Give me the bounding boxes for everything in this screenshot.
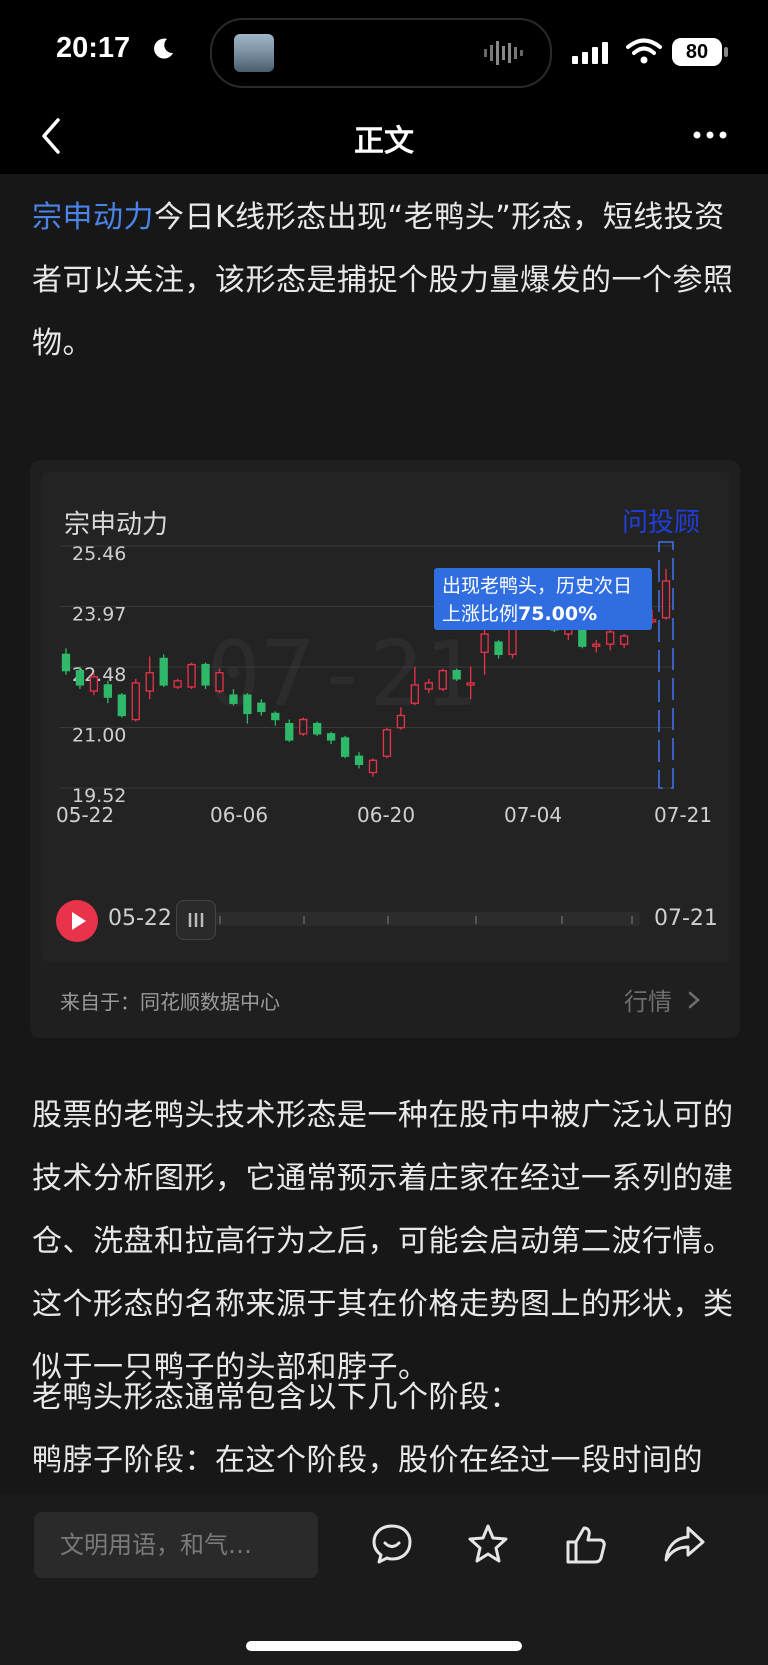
pattern-tooltip: 出现老鸭头，历史次日 上涨比例75.00% [434, 568, 652, 630]
comment-icon[interactable] [370, 1522, 414, 1566]
x-tick-label: 07-04 [504, 803, 562, 827]
tooltip-line-1: 出现老鸭头，历史次日 [442, 575, 632, 597]
article-paragraph-1: 股票的老鸭头技术形态是一种在股市中被广泛认可的技术分析图形，它通常预示着庄家在经… [32, 1098, 734, 1385]
market-link[interactable]: 行情 [624, 982, 672, 1017]
range-end-date: 07-21 [654, 906, 718, 931]
y-tick-label: 23.97 [72, 604, 126, 626]
data-source-label: 来自于：同花顺数据中心 [60, 990, 280, 1014]
candle[interactable] [494, 640, 503, 659]
candle[interactable] [619, 634, 629, 649]
candle[interactable] [382, 727, 392, 759]
comment-input[interactable] [34, 1512, 318, 1578]
moon-icon [154, 38, 173, 59]
star-icon[interactable] [466, 1522, 510, 1566]
candle[interactable] [661, 568, 671, 620]
home-indicator [246, 1641, 522, 1651]
candle[interactable] [438, 668, 447, 692]
candle[interactable] [187, 662, 196, 689]
candle[interactable] [117, 693, 126, 718]
candle[interactable] [145, 656, 154, 700]
play-icon [72, 912, 86, 930]
page-title: 正文 [354, 124, 414, 159]
article-paragraph-2: 老鸭头形态通常包含以下几个阶段： [32, 1380, 520, 1415]
status-time: 20:17 [56, 32, 131, 64]
article-paragraph-3: 鸭脖子阶段：在这个阶段，股价在经过一段时间的 [32, 1443, 703, 1478]
battery-indicator: 80 [672, 38, 722, 66]
stock-link[interactable]: 宗申动力 [32, 200, 154, 235]
thumbs-up-icon[interactable] [564, 1522, 608, 1566]
grip-icon [188, 913, 204, 927]
candle[interactable] [606, 629, 615, 651]
candle[interactable] [173, 678, 182, 689]
dynamic-island[interactable] [210, 18, 552, 88]
x-tick-label: 06-06 [210, 803, 268, 827]
article-intro: 宗申动力今日K线形态出现“老鸭头”形态，短线投资者可以关注，该形态是捕捉个股力量… [32, 186, 744, 375]
y-tick-label: 25.46 [72, 543, 126, 565]
waveform-icon [484, 41, 523, 65]
x-tick-label: 05-22 [56, 803, 114, 827]
candle[interactable] [61, 648, 71, 675]
share-icon[interactable] [662, 1522, 706, 1566]
candle[interactable] [368, 758, 378, 777]
wifi-icon [626, 38, 662, 64]
battery-tip [724, 47, 728, 57]
card-stock-name: 宗申动力 [64, 510, 169, 540]
x-tick-label: 06-20 [357, 803, 415, 827]
candle[interactable] [354, 752, 364, 769]
timeline-slider-handle[interactable] [176, 900, 216, 940]
candle[interactable] [592, 640, 601, 653]
svg-text:上涨比例75.00%: 上涨比例75.00% [442, 603, 597, 625]
tooltip-value: 75.00% [518, 603, 597, 625]
candle[interactable] [340, 735, 350, 759]
candle[interactable] [131, 678, 140, 722]
range-start-date: 05-22 [108, 906, 172, 931]
candle[interactable] [299, 717, 308, 736]
timeline-slider-track[interactable] [212, 912, 640, 926]
y-tick-label: 21.00 [72, 725, 126, 747]
candlestick-chart[interactable]: 07-21 25.4623.9722.4821.0019.52 05-22 06-… [42, 540, 730, 880]
play-button[interactable] [56, 900, 98, 942]
candle[interactable] [215, 668, 224, 694]
candle[interactable] [201, 662, 210, 689]
more-options-icon[interactable] [692, 130, 728, 140]
cellular-signal-icon [572, 42, 608, 64]
now-playing-thumbnail [234, 34, 274, 72]
x-tick-label: 07-21 [654, 803, 712, 827]
candle[interactable] [326, 731, 336, 744]
candle[interactable] [452, 668, 461, 681]
ask-advisor-link[interactable]: 问投顾 [622, 502, 700, 539]
tooltip-line-2: 上涨比例 [442, 603, 518, 625]
chevron-right-icon[interactable] [686, 990, 702, 1010]
candle[interactable] [159, 654, 168, 687]
slider-ticks [219, 916, 633, 924]
candle[interactable] [313, 721, 322, 736]
